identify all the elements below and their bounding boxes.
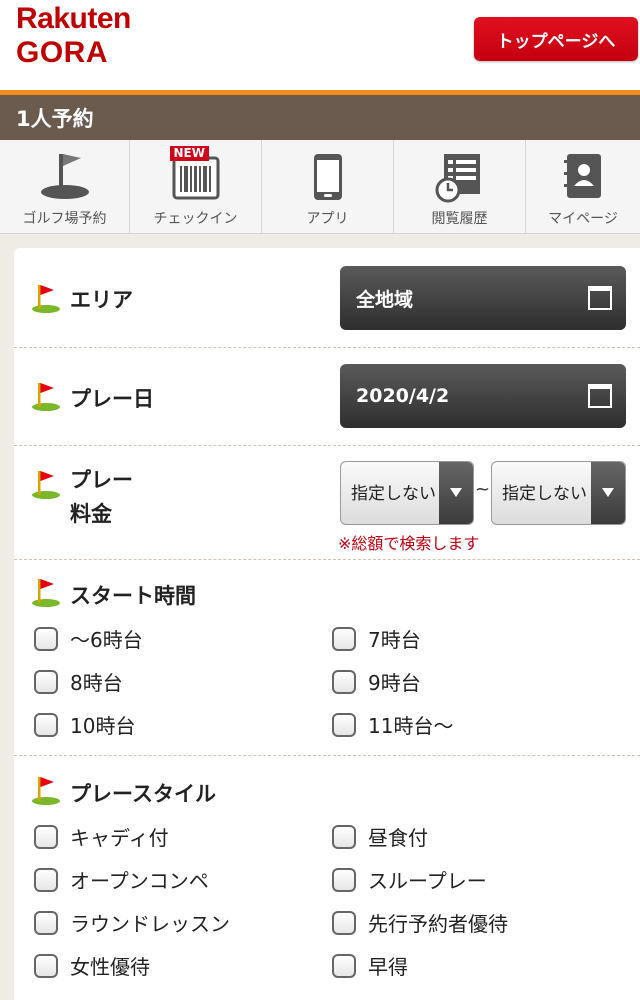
- nav-item-my-page[interactable]: マイページ: [526, 140, 640, 234]
- checkbox-label: 早得: [368, 955, 408, 979]
- play-style-checkbox[interactable]: キャディ付: [34, 822, 169, 851]
- play-date-row: プレー日 2020/4/2: [14, 348, 640, 446]
- flag-icon: [32, 285, 60, 313]
- play-style-row: プレースタイル キャディ付 昼食付 オープンコンペ スループレー ラウンドレッス…: [14, 756, 640, 1000]
- checkbox[interactable]: [34, 867, 58, 892]
- start-time-checkbox[interactable]: 8時台: [34, 667, 123, 696]
- nav-item-golf-course-booking[interactable]: ゴルフ場予約: [0, 140, 130, 234]
- checkbox[interactable]: [332, 669, 356, 694]
- play-style-checkbox[interactable]: 先行予約者優待: [332, 908, 508, 937]
- fee-max-value: 指定しない: [502, 484, 587, 504]
- flag-icon: [32, 383, 60, 411]
- nav-label: 閲覧履歴: [431, 211, 488, 227]
- checkbox[interactable]: [332, 910, 356, 935]
- history-icon: [430, 146, 490, 206]
- fee-min-value: 指定しない: [351, 484, 436, 504]
- play-style-checkbox[interactable]: オープンコンペ: [34, 865, 209, 894]
- logo-line2: GORA: [16, 36, 108, 69]
- play-date-select[interactable]: 2020/4/2: [340, 364, 626, 428]
- checkbox[interactable]: [34, 910, 58, 935]
- play-fee-label-line2: 料金: [70, 502, 112, 526]
- select-box-icon: [588, 286, 612, 310]
- play-style-checkbox[interactable]: 早得: [332, 951, 408, 980]
- checkbox[interactable]: [332, 953, 356, 978]
- search-form: エリア 全地域 プレー日 2020/4/2 プレー 料金 指定しない ~ 指定し…: [14, 248, 640, 1000]
- start-time-checkbox[interactable]: 10時台: [34, 710, 135, 739]
- golf-flag-icon: [35, 146, 95, 206]
- start-time-checkbox[interactable]: ～6時台: [34, 624, 143, 653]
- checkbox-label: ～6時台: [70, 628, 143, 652]
- fee-max-select[interactable]: 指定しない: [491, 461, 626, 525]
- play-fee-label-line1: プレー: [70, 468, 133, 492]
- page-title: 1人予約: [0, 95, 640, 140]
- checkbox-label: 11時台～: [368, 714, 454, 738]
- checkbox-label: 昼食付: [368, 826, 428, 850]
- checkbox[interactable]: [34, 669, 58, 694]
- flag-icon: [32, 471, 60, 499]
- nav-item-checkin[interactable]: NEW チェックイン: [130, 140, 262, 234]
- checkbox-label: 7時台: [368, 628, 421, 652]
- checkbox-label: 8時台: [70, 671, 123, 695]
- flag-icon: [32, 777, 60, 805]
- chevron-down-icon: [591, 462, 625, 524]
- nav-label: チェックイン: [153, 211, 238, 227]
- start-time-checkbox[interactable]: 11時台～: [332, 710, 453, 739]
- play-style-label: プレースタイル: [70, 782, 216, 806]
- checkbox-label: 10時台: [70, 714, 136, 738]
- barcode-icon: NEW: [166, 146, 226, 206]
- checkbox[interactable]: [34, 626, 58, 651]
- checkbox[interactable]: [332, 824, 356, 849]
- play-style-checkbox[interactable]: スループレー: [332, 865, 487, 894]
- logo-line1: Rakuten: [16, 2, 131, 35]
- smartphone-icon: [298, 146, 358, 206]
- nav-item-browsing-history[interactable]: 閲覧履歴: [394, 140, 526, 234]
- area-row: エリア 全地域: [14, 248, 640, 348]
- play-fee-row: プレー 料金 指定しない ~ 指定しない ※総額で検索します: [14, 446, 640, 560]
- fee-range-separator: ~: [475, 479, 491, 500]
- checkbox[interactable]: [34, 953, 58, 978]
- icon-nav: ゴルフ場予約 NEW チェックイン アプリ 閲覧履歴 マイページ: [0, 140, 640, 234]
- checkbox[interactable]: [34, 824, 58, 849]
- top-page-button[interactable]: トップページへ: [474, 17, 638, 61]
- checkbox[interactable]: [332, 867, 356, 892]
- area-select[interactable]: 全地域: [340, 266, 626, 330]
- nav-label: アプリ: [306, 211, 349, 227]
- area-select-value: 全地域: [356, 288, 414, 311]
- play-date-value: 2020/4/2: [356, 385, 450, 407]
- checkbox[interactable]: [34, 712, 58, 737]
- checkbox[interactable]: [332, 626, 356, 651]
- play-style-checkbox[interactable]: ラウンドレッスン: [34, 908, 230, 937]
- checkbox[interactable]: [332, 712, 356, 737]
- new-badge: NEW: [169, 146, 209, 161]
- checkbox-label: 9時台: [368, 671, 421, 695]
- nav-label: マイページ: [548, 211, 618, 227]
- start-time-row: スタート時間 ～6時台 7時台 8時台 9時台 10時台 11時台～: [14, 560, 640, 756]
- play-date-label: プレー日: [70, 387, 154, 411]
- start-time-checkbox[interactable]: 7時台: [332, 624, 421, 653]
- play-style-checkbox[interactable]: 女性優待: [34, 951, 150, 980]
- chevron-down-icon: [439, 462, 473, 524]
- profile-book-icon: [553, 146, 613, 206]
- checkbox-label: 女性優待: [70, 955, 150, 979]
- nav-item-app[interactable]: アプリ: [262, 140, 394, 234]
- checkbox-label: オープンコンペ: [70, 869, 209, 893]
- flag-icon: [32, 579, 60, 607]
- start-time-checkbox[interactable]: 9時台: [332, 667, 421, 696]
- fee-min-select[interactable]: 指定しない: [340, 461, 474, 525]
- checkbox-label: ラウンドレッスン: [70, 912, 230, 936]
- checkbox-label: キャディ付: [70, 826, 169, 850]
- checkbox-label: 先行予約者優待: [368, 912, 508, 936]
- start-time-label: スタート時間: [70, 584, 196, 608]
- checkbox-label: スループレー: [368, 869, 487, 893]
- rakuten-gora-logo[interactable]: Rakuten GORA: [16, 4, 131, 68]
- area-label: エリア: [70, 288, 133, 312]
- nav-label: ゴルフ場予約: [22, 211, 107, 227]
- header: Rakuten GORA トップページへ: [0, 0, 640, 90]
- select-box-icon: [588, 384, 612, 408]
- play-style-checkbox[interactable]: 昼食付: [332, 822, 428, 851]
- fee-note: ※総額で検索します: [338, 534, 480, 553]
